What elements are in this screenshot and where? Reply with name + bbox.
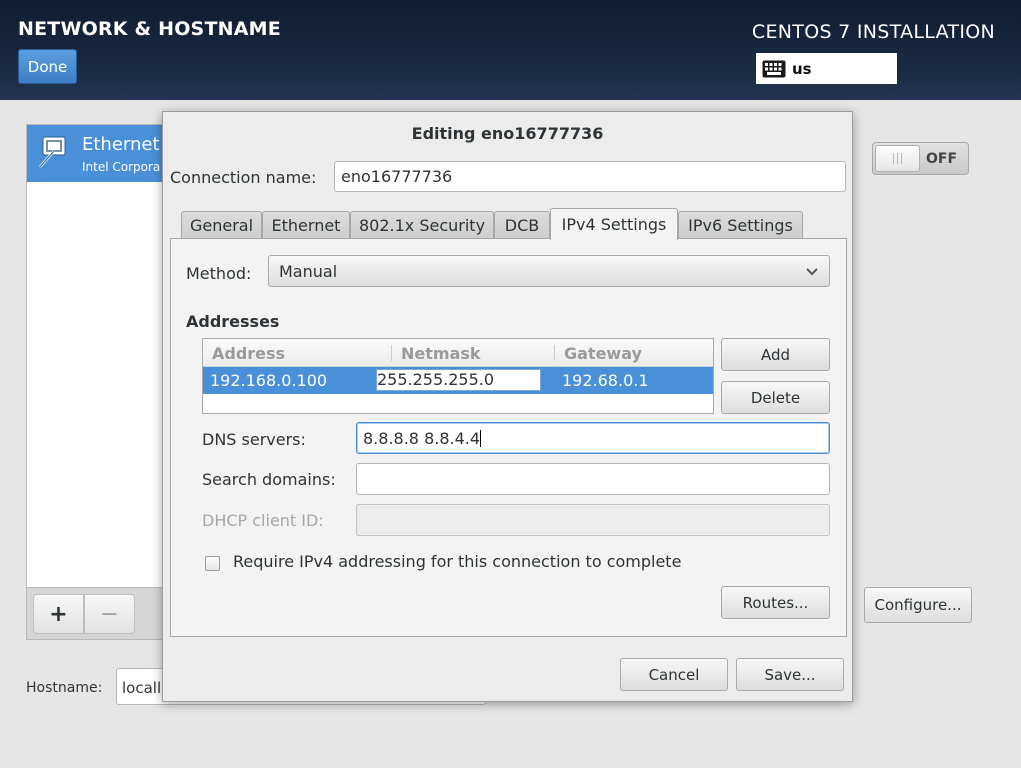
save-button[interactable]: Save...	[736, 658, 844, 691]
tab-802-1x-security[interactable]: 802.1x Security	[350, 211, 494, 239]
tab-ipv6-settings[interactable]: IPv6 Settings	[678, 211, 803, 239]
connection-name-input[interactable]: eno16777736	[334, 161, 846, 192]
column-header-gateway[interactable]: Gateway	[564, 344, 642, 363]
hostname-label: Hostname:	[26, 680, 103, 696]
keyboard-layout-label: us	[792, 59, 812, 78]
device-list: Ethernet Intel Corpora	[26, 124, 166, 588]
dialog-title: Editing eno16777736	[411, 124, 604, 143]
add-address-button[interactable]: Add	[721, 338, 830, 371]
table-row[interactable]: 192.168.0.100 255.255.255.0 192.68.0.1	[203, 367, 713, 394]
device-list-toolbar: + −	[26, 588, 166, 640]
method-dropdown[interactable]: Manual	[268, 255, 830, 287]
tab-general[interactable]: General	[181, 211, 262, 239]
method-label: Method:	[186, 264, 252, 283]
dhcp-client-id-label: DHCP client ID:	[202, 511, 324, 530]
product-title: CENTOS 7 INSTALLATION	[751, 21, 995, 43]
netmask-edit-field[interactable]: 255.255.255.0	[376, 369, 541, 391]
page-title: NETWORK & HOSTNAME	[18, 18, 281, 40]
column-separator	[554, 345, 555, 361]
done-button[interactable]: Done	[18, 49, 77, 84]
dns-servers-input[interactable]: 8.8.8.8 8.8.4.4	[356, 422, 830, 454]
address-cell[interactable]: 192.168.0.100	[210, 371, 327, 390]
gateway-cell[interactable]: 192.68.0.1	[562, 371, 649, 390]
connection-toggle[interactable]: OFF	[872, 142, 969, 175]
device-row-ethernet[interactable]: Ethernet Intel Corpora	[27, 125, 166, 182]
configure-button[interactable]: Configure...	[864, 587, 972, 623]
table-header: Address Netmask Gateway	[203, 339, 713, 367]
require-ipv4-checkbox[interactable]	[205, 556, 220, 571]
keyboard-icon	[762, 60, 786, 77]
toggle-knob[interactable]	[875, 145, 920, 172]
column-header-address[interactable]: Address	[212, 344, 285, 363]
device-subtitle: Intel Corpora	[82, 160, 161, 174]
keyboard-layout-indicator[interactable]: us	[756, 53, 897, 84]
tab-ipv4-settings[interactable]: IPv4 Settings	[550, 208, 678, 240]
addresses-table: Address Netmask Gateway 192.168.0.100 25…	[202, 338, 714, 414]
top-header: NETWORK & HOSTNAME Done CENTOS 7 INSTALL…	[0, 0, 1021, 100]
tab-dcb[interactable]: DCB	[494, 211, 550, 239]
chevron-down-icon	[806, 268, 818, 276]
dns-servers-value: 8.8.8.8 8.8.4.4	[363, 429, 481, 448]
require-ipv4-label[interactable]: Require IPv4 addressing for this connect…	[233, 552, 681, 571]
search-domains-label: Search domains:	[202, 470, 336, 489]
ethernet-icon	[34, 134, 70, 174]
connection-name-label: Connection name:	[170, 168, 317, 187]
edit-connection-dialog: Editing eno16777736 Connection name: eno…	[162, 111, 853, 702]
cancel-button[interactable]: Cancel	[620, 658, 728, 691]
dhcp-client-id-input	[356, 504, 830, 536]
dns-servers-label: DNS servers:	[202, 430, 306, 449]
toggle-state-label: OFF	[926, 151, 958, 167]
add-device-button[interactable]: +	[33, 594, 84, 634]
column-header-netmask[interactable]: Netmask	[401, 344, 481, 363]
ipv4-settings-panel: Method: Manual Addresses Address Netmask…	[170, 238, 847, 637]
column-separator	[391, 345, 392, 361]
routes-button[interactable]: Routes...	[721, 586, 830, 619]
device-name: Ethernet	[82, 134, 160, 155]
search-domains-input[interactable]	[356, 463, 830, 495]
tab-ethernet[interactable]: Ethernet	[262, 211, 350, 239]
text-cursor	[480, 430, 482, 447]
remove-device-button[interactable]: −	[84, 594, 135, 634]
addresses-heading: Addresses	[186, 312, 280, 331]
delete-address-button[interactable]: Delete	[721, 381, 830, 414]
method-value: Manual	[279, 261, 338, 281]
